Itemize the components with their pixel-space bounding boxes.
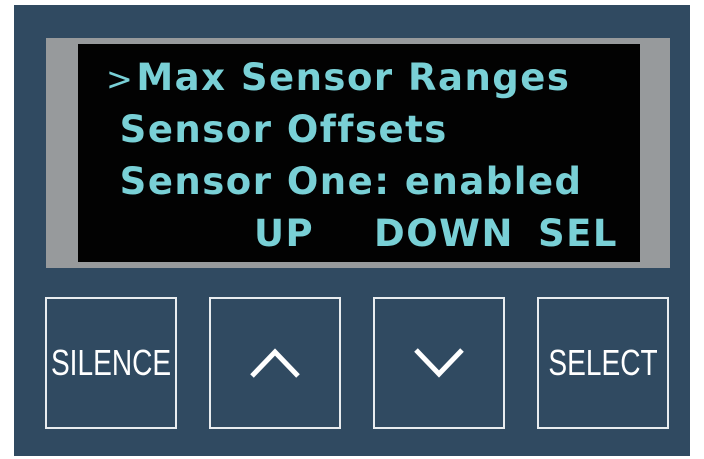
chevron-down-icon <box>411 343 467 383</box>
softkey-label-down: DOWN <box>374 212 514 255</box>
select-button-label: SELECT <box>548 342 658 383</box>
menu-cursor: > <box>106 60 135 98</box>
up-button[interactable] <box>209 297 341 429</box>
menu-item-label: Sensor One: enabled <box>119 160 583 203</box>
menu-item-sensor-one: Sensor One: enabled <box>106 158 583 206</box>
menu-item-max-sensor-ranges: >Max Sensor Ranges <box>106 54 570 102</box>
select-button[interactable]: SELECT <box>537 297 669 429</box>
menu-cursor-spacer <box>106 164 118 202</box>
silence-button[interactable]: SILENCE <box>45 297 177 429</box>
lcd-display: >Max Sensor Ranges Sensor Offsets Sensor… <box>78 44 640 262</box>
chevron-up-icon <box>247 343 303 383</box>
softkey-label-select: SEL <box>538 212 618 255</box>
silence-button-label: SILENCE <box>50 342 172 383</box>
menu-cursor-spacer <box>106 112 118 150</box>
menu-item-label: Max Sensor Ranges <box>136 56 571 99</box>
down-button[interactable] <box>373 297 505 429</box>
menu-item-sensor-offsets: Sensor Offsets <box>106 106 448 154</box>
softkey-label-up: UP <box>254 212 315 255</box>
menu-item-label: Sensor Offsets <box>119 108 448 151</box>
